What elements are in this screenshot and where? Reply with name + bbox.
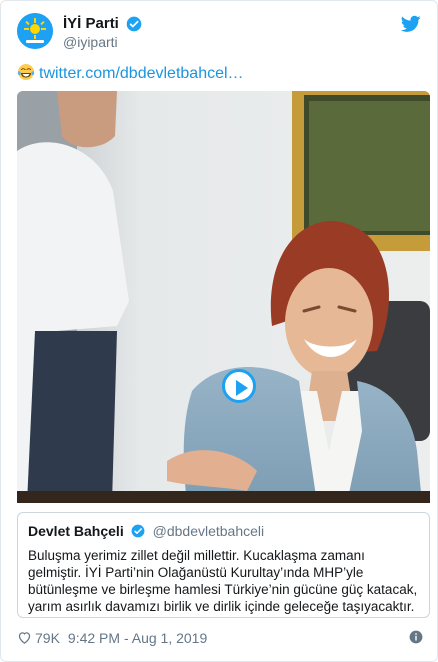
face-with-tears-of-joy-icon xyxy=(17,64,35,80)
tweet-card: İYİ Parti @iyiparti twitter.com/dbdevlet… xyxy=(0,0,438,662)
quoted-tweet-text: Buluşma yerimiz zillet değil millettir. … xyxy=(28,548,418,614)
quoted-tweet[interactable]: Devlet Bahçeli @dbdevletbahceli Buluşma … xyxy=(17,512,430,618)
video-thumbnail[interactable] xyxy=(17,91,430,503)
tweet-header: İYİ Parti @iyiparti xyxy=(17,13,421,53)
info-icon[interactable] xyxy=(409,630,423,644)
quoted-tweet-header: Devlet Bahçeli @dbdevletbahceli xyxy=(28,522,419,542)
quoted-author-handle[interactable]: @dbdevletbahceli xyxy=(153,523,265,539)
verified-badge-icon xyxy=(131,524,145,538)
play-button[interactable] xyxy=(222,369,256,403)
quoted-author-name[interactable]: Devlet Bahçeli xyxy=(28,523,124,539)
avatar[interactable] xyxy=(17,13,53,49)
author-handle[interactable]: @iyiparti xyxy=(63,33,142,51)
tweet-link[interactable]: twitter.com/dbdevletbahcel… xyxy=(39,65,244,82)
author-names: İYİ Parti @iyiparti xyxy=(63,14,142,51)
tweet-footer: 79K 9:42 PM - Aug 1, 2019 xyxy=(17,628,423,648)
tweet-text: twitter.com/dbdevletbahcel… xyxy=(17,63,244,84)
iyi-parti-logo-icon xyxy=(17,13,53,49)
video-still-image xyxy=(17,91,430,503)
like-count[interactable]: 79K xyxy=(35,630,60,646)
verified-badge-icon xyxy=(126,16,142,31)
tweet-timestamp[interactable]: 9:42 PM - Aug 1, 2019 xyxy=(68,630,207,646)
twitter-bird-icon[interactable] xyxy=(401,15,421,33)
play-icon xyxy=(236,380,248,396)
author-display-name[interactable]: İYİ Parti xyxy=(63,14,119,33)
heart-icon[interactable] xyxy=(17,630,32,645)
